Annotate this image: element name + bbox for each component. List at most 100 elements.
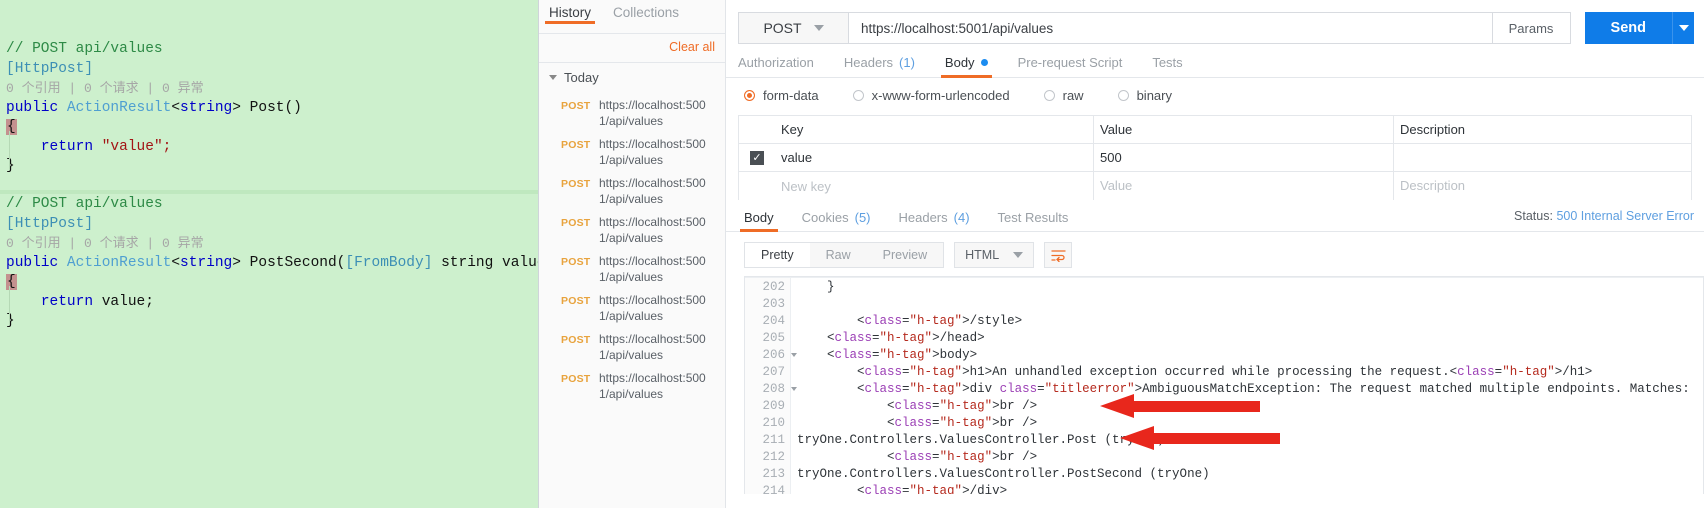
body-type-label: x-www-form-urlencoded: [872, 88, 1010, 103]
line-number: 214: [745, 483, 790, 494]
form-data-table: Key Value Description ✓ value 500 New ke…: [738, 115, 1692, 200]
cell-description[interactable]: [1393, 144, 1691, 172]
response-tab-headers[interactable]: Headers(4): [899, 210, 970, 231]
fold-toggle-icon[interactable]: [791, 387, 797, 391]
radio-icon: [853, 90, 864, 101]
body-type-form-data[interactable]: form-data: [744, 88, 819, 103]
code-line: <class="h-tag">/style>: [797, 313, 1704, 330]
body-type-raw[interactable]: raw: [1044, 88, 1084, 103]
row-checkbox-cell: ✓: [739, 151, 775, 165]
new-key-input[interactable]: New key: [775, 179, 1093, 194]
new-value-input[interactable]: Value: [1093, 172, 1393, 200]
table-new-row[interactable]: New key Value Description: [739, 172, 1691, 200]
history-item[interactable]: POST https://localhost:5001/api/values: [539, 211, 725, 250]
code-open-brace-line: {: [0, 273, 538, 293]
code-attribute-line: [HttpPost]: [0, 215, 538, 235]
history-item-url: https://localhost:5001/api/values: [599, 98, 711, 129]
history-item[interactable]: POSThttps://localhost:5001/api/values: [539, 367, 725, 406]
code-line: <class="h-tag">br />: [797, 415, 1704, 432]
code-line: <class="h-tag">br />: [797, 398, 1704, 415]
send-button[interactable]: Send: [1585, 12, 1672, 44]
response-body-code[interactable]: 2022032042052062072082092102112122132142…: [744, 276, 1704, 494]
history-item-url: https://localhost:5001/api/values: [599, 293, 711, 324]
line-number: 209: [745, 398, 790, 415]
code-line: <class="h-tag">/head>: [797, 330, 1704, 347]
history-item[interactable]: POSThttps://localhost:5001/api/values: [539, 328, 725, 367]
screen-root: // POST api/values [HttpPost] 0 个引用 | 0 …: [0, 0, 1704, 508]
http-method-select[interactable]: POST: [738, 12, 848, 44]
cell-value[interactable]: 500: [1093, 144, 1393, 172]
table-row[interactable]: ✓ value 500: [739, 144, 1691, 172]
response-code-lines: } <class="h-tag">/style> <class="h-tag">…: [791, 277, 1704, 494]
request-tab-label: Body: [945, 55, 975, 70]
params-button[interactable]: Params: [1493, 12, 1571, 44]
line-number: 211: [745, 432, 790, 449]
request-tab-headers[interactable]: Headers(1): [844, 54, 915, 77]
response-tab-label: Body: [744, 210, 774, 225]
history-item-url: https://localhost:5001/api/values: [599, 215, 711, 246]
line-number: 206: [745, 347, 790, 364]
response-tab-label: Headers: [899, 210, 948, 225]
request-url-input[interactable]: https://localhost:5001/api/values: [848, 12, 1493, 44]
history-group-today[interactable]: Today: [549, 70, 599, 85]
row-enabled-checkbox[interactable]: ✓: [750, 151, 764, 165]
history-item[interactable]: POSThttps://localhost:5001/api/values: [539, 94, 725, 133]
tab-history[interactable]: History: [549, 0, 591, 20]
view-mode-preview[interactable]: Preview: [867, 243, 943, 267]
code-line: [797, 296, 1704, 313]
request-tab-pre-request-script[interactable]: Pre-request Script: [1018, 54, 1123, 77]
request-tab-tests[interactable]: Tests: [1152, 54, 1182, 77]
body-type-x-www-form-urlencoded[interactable]: x-www-form-urlencoded: [853, 88, 1010, 103]
code-lens-line[interactable]: 0 个引用 | 0 个请求 | 0 异常: [0, 79, 538, 99]
code-attribute-line: [HttpPost]: [0, 60, 538, 80]
code-generic-string: string: [180, 100, 232, 116]
line-number: 210: [745, 415, 790, 432]
code-lens-line[interactable]: 0 个引用 | 0 个请求 | 0 异常: [0, 234, 538, 254]
body-type-label: raw: [1063, 88, 1084, 103]
table-header-row: Key Value Description: [739, 116, 1691, 144]
cell-key[interactable]: value: [775, 150, 1093, 165]
code-type-actionresult: ActionResult: [67, 100, 171, 116]
response-tab-body[interactable]: Body: [744, 210, 774, 231]
response-tab-count: (5): [855, 210, 871, 225]
chevron-down-icon: [1013, 252, 1023, 258]
history-item-method: POST: [561, 215, 591, 246]
code-editor-pane[interactable]: // POST api/values [HttpPost] 0 个引用 | 0 …: [0, 0, 538, 508]
chevron-down-icon: [814, 25, 824, 31]
request-tab-authorization[interactable]: Authorization: [738, 54, 814, 77]
code-open-brace: {: [6, 119, 17, 135]
history-item-method: POST: [561, 137, 591, 168]
line-number-gutter: 2022032042052062072082092102112122132142…: [745, 277, 791, 494]
line-number: 204: [745, 313, 790, 330]
view-mode-pretty[interactable]: Pretty: [745, 243, 810, 267]
history-item[interactable]: POST https://localhost:5001/api/values: [539, 133, 725, 172]
clear-all-button[interactable]: Clear all: [669, 40, 715, 54]
history-item[interactable]: POSThttps://localhost:5001/api/values: [539, 172, 725, 211]
wrap-lines-icon[interactable]: [1044, 242, 1072, 268]
history-item-url: https://localhost:5001/api/values: [599, 137, 711, 168]
body-type-binary[interactable]: binary: [1118, 88, 1172, 103]
view-mode-raw[interactable]: Raw: [810, 243, 867, 267]
history-group-label: Today: [564, 70, 599, 85]
tab-collections[interactable]: Collections: [613, 0, 679, 20]
new-description-input[interactable]: Description: [1393, 172, 1691, 200]
response-tab-cookies[interactable]: Cookies(5): [802, 210, 871, 231]
code-return-line: return "value";: [0, 138, 538, 158]
request-tab-body[interactable]: Body: [945, 54, 988, 77]
fold-toggle-icon[interactable]: [791, 353, 797, 357]
code-param-tail: string value): [432, 255, 538, 271]
request-tab-label: Authorization: [738, 55, 814, 70]
code-generic-open: <: [171, 100, 180, 116]
code-comment-line: // POST api/values: [0, 195, 538, 215]
column-header-value: Value: [1093, 116, 1393, 144]
response-tab-test-results[interactable]: Test Results: [998, 210, 1069, 231]
sidebar-tabs: History Collections: [539, 0, 725, 30]
request-bar: POST https://localhost:5001/api/values P…: [726, 0, 1704, 48]
history-item[interactable]: POSThttps://localhost:5001/api/values: [539, 250, 725, 289]
code-signature-line: public ActionResult<string> Post(): [0, 99, 538, 119]
line-number: 212: [745, 449, 790, 466]
history-item[interactable]: POSThttps://localhost:5001/api/values: [539, 289, 725, 328]
response-format-select[interactable]: HTML: [954, 242, 1034, 268]
code-frombody-attr: [FromBody]: [345, 255, 432, 271]
send-options-button[interactable]: [1672, 12, 1694, 44]
